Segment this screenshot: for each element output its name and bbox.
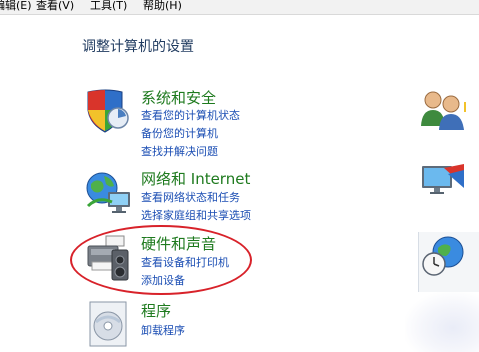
clock-globe-icon[interactable] <box>420 234 468 286</box>
category-system-security[interactable]: 系统和安全 <box>141 87 216 108</box>
category-programs[interactable]: 程序 <box>141 300 171 321</box>
page-title: 调整计算机的设置 <box>82 39 194 55</box>
programs-icon[interactable] <box>84 298 134 352</box>
security-shield-icon[interactable] <box>82 86 132 140</box>
menu-help[interactable]: 帮助(H) <box>143 0 182 13</box>
link-troubleshoot[interactable]: 查找并解决问题 <box>141 143 218 159</box>
menu-view[interactable]: 查看(V) <box>36 0 74 13</box>
user-accounts-icon[interactable] <box>418 84 466 136</box>
network-globe-icon[interactable] <box>82 166 134 222</box>
link-uninstall-program[interactable]: 卸载程序 <box>141 322 185 338</box>
menu-edit[interactable]: 编辑(E) <box>0 0 32 13</box>
appearance-icon[interactable] <box>418 158 466 210</box>
menu-tools[interactable]: 工具(T) <box>90 0 127 13</box>
category-network-internet[interactable]: 网络和 Internet <box>141 168 250 189</box>
link-network-status[interactable]: 查看网络状态和任务 <box>141 189 240 205</box>
highlight-ellipse <box>70 225 252 295</box>
link-backup-computer[interactable]: 备份您的计算机 <box>141 125 218 141</box>
background-glow <box>405 292 479 352</box>
menu-bar: 编辑(E) 查看(V) 工具(T) 帮助(H) <box>0 0 479 15</box>
link-view-computer-status[interactable]: 查看您的计算机状态 <box>141 107 240 123</box>
link-homegroup-sharing[interactable]: 选择家庭组和共享选项 <box>141 207 251 223</box>
